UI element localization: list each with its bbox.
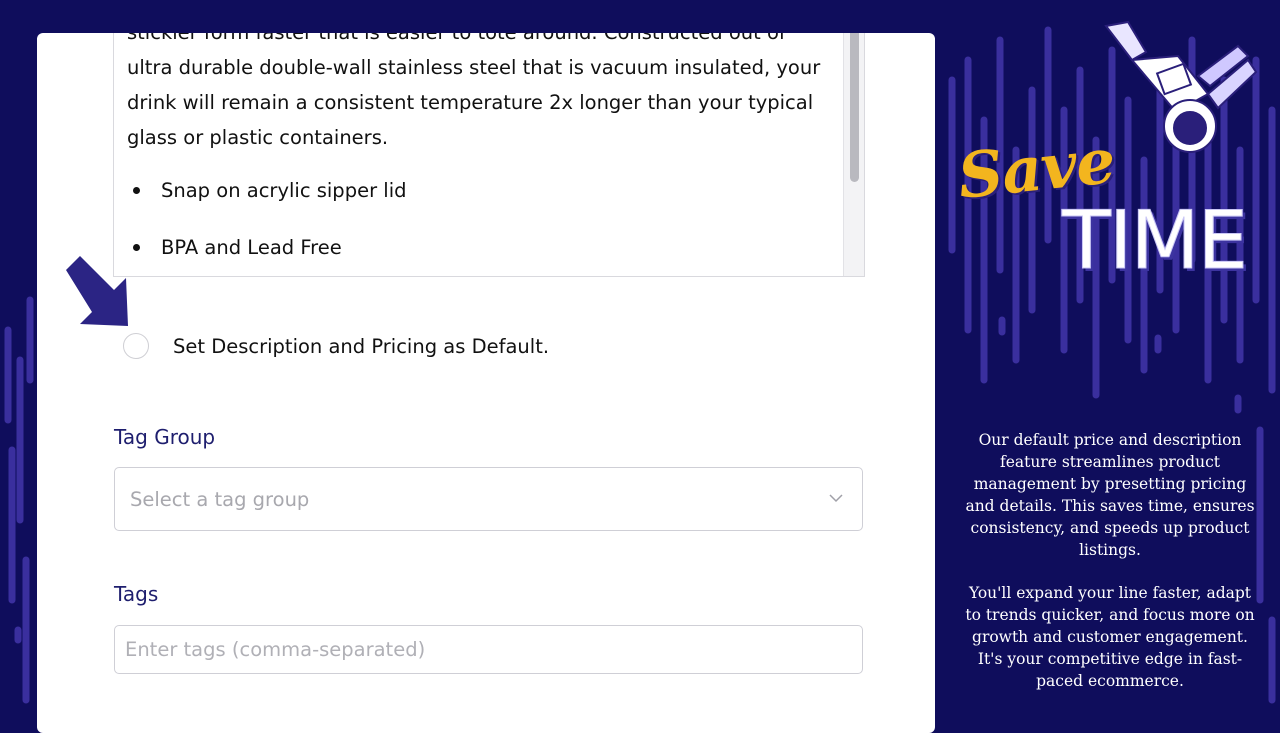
arrow-pointer-icon bbox=[66, 256, 128, 326]
promo-paragraph-1: Our default price and description featur… bbox=[965, 431, 1255, 559]
astronaut-illustration bbox=[1104, 20, 1258, 153]
set-default-label: Set Description and Pricing as Default. bbox=[173, 334, 550, 358]
promo-headline-bold: TIME bbox=[1061, 194, 1248, 288]
tags-input[interactable] bbox=[114, 625, 863, 674]
product-form-card: stickier form faster that is easier to t… bbox=[37, 33, 935, 733]
tag-group-placeholder: Select a tag group bbox=[130, 487, 310, 511]
tag-group-label: Tag Group bbox=[114, 425, 216, 449]
set-default-radio[interactable] bbox=[123, 333, 149, 359]
description-partial-line: stickier form faster that is easier to t… bbox=[127, 33, 786, 44]
tags-label: Tags bbox=[114, 582, 159, 606]
chevron-down-icon bbox=[829, 494, 843, 503]
set-default-option[interactable]: Set Description and Pricing as Default. bbox=[123, 331, 549, 361]
description-text: stickier form faster that is easier to t… bbox=[127, 33, 832, 155]
tag-group-select[interactable]: Select a tag group bbox=[114, 467, 863, 531]
scrollbar-thumb[interactable] bbox=[850, 33, 859, 182]
description-scrollbar[interactable] bbox=[843, 33, 864, 276]
list-item: Snap on acrylic sipper lid bbox=[127, 162, 407, 219]
description-bullet-list: Snap on acrylic sipper lid BPA and Lead … bbox=[127, 162, 407, 276]
list-item: BPA and Lead Free bbox=[127, 219, 407, 276]
promo-paragraph-2: You'll expand your line faster, adapt to… bbox=[965, 584, 1255, 690]
description-editor[interactable]: stickier form faster that is easier to t… bbox=[113, 33, 865, 277]
description-body: ultra durable double-wall stainless stee… bbox=[127, 56, 821, 149]
